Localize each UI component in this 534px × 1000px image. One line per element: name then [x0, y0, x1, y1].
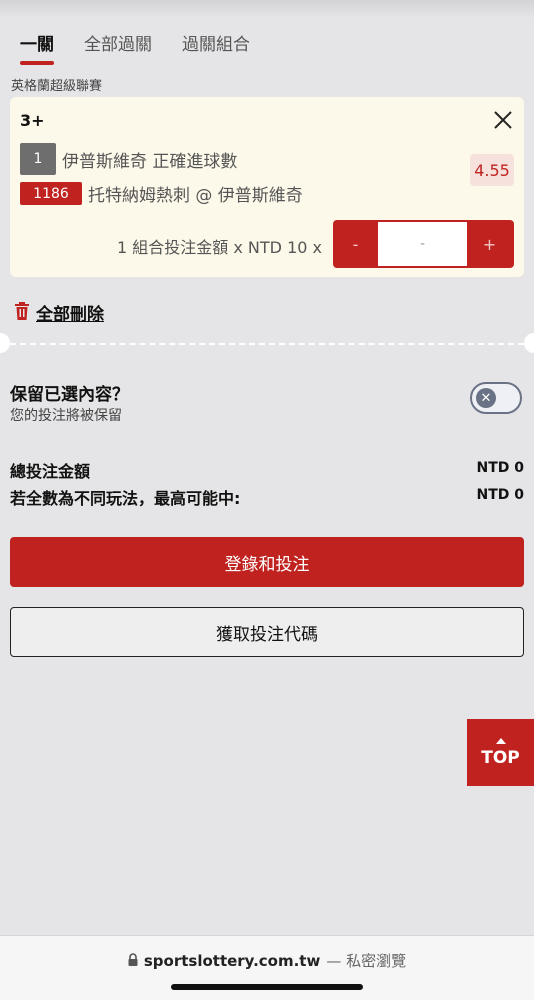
match-number-badge: 1186 [20, 182, 82, 205]
stake-minus-button[interactable]: - [333, 220, 378, 268]
match-row: 1186 托特納姆熱刺 @ 伊普斯維奇 [20, 181, 303, 206]
close-icon[interactable] [492, 109, 514, 131]
max-win-label: 若全數為不同玩法，最高可能中: [10, 489, 241, 508]
back-to-top-button[interactable]: TOP [467, 719, 534, 786]
match-text: 托特納姆熱刺 @ 伊普斯維奇 [88, 186, 303, 206]
arrow-up-icon [495, 737, 506, 744]
max-win-value: NTD 0 [476, 487, 524, 503]
divider-notch-right [524, 333, 534, 353]
stake-input[interactable] [378, 222, 467, 266]
url-domain: sportslottery.com.tw [143, 951, 321, 970]
stake-stepper: - + [333, 220, 514, 268]
delete-all-label: 全部刪除 [36, 305, 104, 325]
top-label: TOP [481, 747, 520, 768]
stake-label: 1 組合投注金額 x NTD 10 x [117, 238, 322, 257]
selection-row: 1 伊普斯維奇 正確進球數 [20, 143, 237, 175]
dashed-divider [0, 343, 534, 345]
selection-number-badge: 1 [20, 143, 56, 175]
bet-slip-card: 3+ 1 伊普斯維奇 正確進球數 1186 托特納姆熱刺 @ 伊普斯維奇 4.5… [10, 97, 524, 277]
bet-card-title: 3+ [20, 111, 45, 130]
private-browsing-label: — 私密瀏覽 [326, 952, 407, 970]
trash-icon [14, 301, 30, 324]
selection-text: 伊普斯維奇 正確進球數 [62, 151, 238, 172]
login-and-bet-button[interactable]: 登錄和投注 [10, 537, 524, 587]
lock-icon [128, 952, 138, 970]
odds-badge: 4.55 [470, 154, 514, 186]
tab-parlay-combo[interactable]: 過關組合 [182, 30, 250, 65]
divider-notch-left [0, 333, 10, 353]
top-shadow [0, 0, 534, 18]
league-name: 英格蘭超級聯賽 [11, 79, 103, 94]
stake-plus-button[interactable]: + [467, 220, 512, 268]
keep-selection-subtitle: 您的投注將被保留 [10, 408, 122, 424]
delete-all-button[interactable]: 全部刪除 [14, 300, 104, 325]
bet-type-tabs: 一關 全部過關 過關組合 [20, 30, 250, 65]
tab-single[interactable]: 一關 [20, 30, 54, 65]
tab-all-parlay[interactable]: 全部過關 [84, 30, 152, 65]
keep-selection-toggle[interactable]: ✕ [470, 382, 522, 414]
toggle-off-icon: ✕ [476, 388, 496, 408]
get-bet-code-button[interactable]: 獲取投注代碼 [10, 607, 524, 657]
home-indicator [171, 984, 363, 990]
keep-selection-title: 保留已選內容？ [10, 385, 129, 405]
browser-url-bar[interactable]: sportslottery.com.tw — 私密瀏覽 [0, 935, 534, 1000]
total-stake-label: 總投注金額 [10, 462, 91, 481]
total-stake-value: NTD 0 [476, 460, 524, 476]
